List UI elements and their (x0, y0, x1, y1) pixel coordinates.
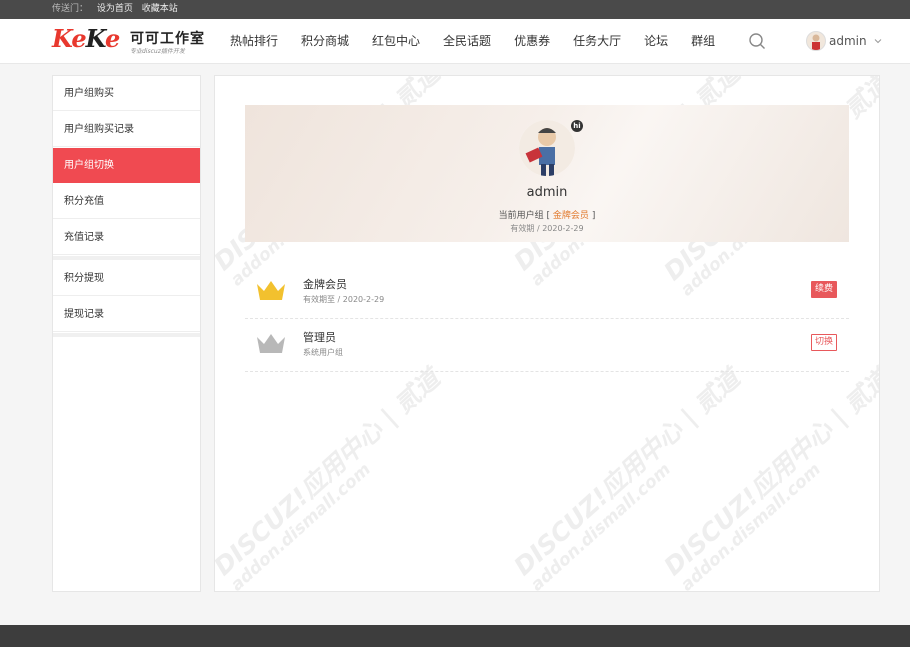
main-content: DISCUZ!应用中心 | 贰道addon.dismall.com DISCUZ… (214, 75, 880, 592)
switch-button[interactable]: 切换 (810, 334, 837, 351)
sidebar-item-group-purchase[interactable]: 用户组购买 (53, 76, 200, 111)
nav-item-points-mall[interactable]: 积分商城 (293, 19, 357, 63)
profile-banner: hi admin 当前用户组 [ 金牌会员 ] 有效期 / 2020-2-29 (245, 105, 849, 242)
site-logo[interactable]: KeKe 可可工作室 专业discuz插件开发 (52, 24, 205, 55)
sidebar-item-withdraw-records[interactable]: 提现记录 (53, 297, 200, 332)
topbar-prefix: 传送门： (52, 4, 89, 14)
current-group-line: 当前用户组 [ 金牌会员 ] (245, 208, 849, 221)
renew-button[interactable]: 续费 (810, 281, 837, 298)
list-item: 管理员 系统用户组 切换 (245, 319, 849, 372)
watermark: DISCUZ!应用中心 | 贰道addon.dismall.com (214, 363, 446, 592)
avatar (806, 31, 826, 51)
main-nav: 热帖排行 积分商城 红包中心 全民话题 优惠券 任务大厅 论坛 群组 (222, 19, 730, 63)
group-name: 金牌会员 (303, 278, 347, 291)
nav-item-red-packet[interactable]: 红包中心 (364, 19, 428, 63)
user-menu[interactable]: admin (806, 29, 883, 53)
top-utility-bar: 传送门： 设为首页 收藏本站 (0, 0, 910, 19)
search-icon[interactable] (748, 32, 766, 50)
group-expiry: 有效期至 / 2020-2-29 (303, 295, 385, 304)
nav-item-hot-posts[interactable]: 热帖排行 (222, 19, 286, 63)
current-group-link[interactable]: 金牌会员 (553, 211, 589, 221)
logo-mark: KeKe (52, 24, 120, 53)
username-label: admin (829, 34, 867, 48)
expiry-line: 有效期 / 2020-2-29 (245, 223, 849, 234)
group-name: 管理员 (303, 331, 336, 344)
profile-username: admin (526, 185, 568, 200)
profile-avatar[interactable] (519, 120, 575, 176)
sidebar-item-group-switch[interactable]: 用户组切换 (53, 148, 200, 183)
sidebar-item-recharge-records[interactable]: 充值记录 (53, 220, 200, 255)
nav-item-forum[interactable]: 论坛 (636, 19, 676, 63)
nav-item-groups[interactable]: 群组 (683, 19, 723, 63)
greeting-badge: hi (571, 120, 583, 132)
nav-item-coupons[interactable]: 优惠券 (506, 19, 558, 63)
set-homepage-link[interactable]: 设为首页 (97, 4, 133, 14)
nav-item-tasks[interactable]: 任务大厅 (565, 19, 629, 63)
sidebar-divider (53, 333, 200, 337)
page-footer (0, 625, 910, 647)
expiry-label: 有效期 / (510, 224, 543, 233)
sidebar-item-points-withdraw[interactable]: 积分提现 (53, 261, 200, 296)
bookmark-site-link[interactable]: 收藏本站 (142, 4, 178, 14)
chevron-down-icon (874, 39, 881, 44)
expiry-date: 2020-2-29 (542, 224, 584, 233)
sidebar-divider (53, 256, 200, 260)
current-group-close: ] (591, 211, 596, 221)
site-header: KeKe 可可工作室 专业discuz插件开发 热帖排行 积分商城 红包中心 全… (0, 19, 910, 64)
nav-item-topics[interactable]: 全民话题 (435, 19, 499, 63)
sidebar-item-points-recharge[interactable]: 积分充值 (53, 184, 200, 219)
sidebar-item-purchase-records[interactable]: 用户组购买记录 (53, 112, 200, 147)
brand-name: 可可工作室 (130, 31, 205, 47)
watermark: DISCUZ!应用中心 | 贰道addon.dismall.com (508, 363, 746, 592)
list-item: 金牌会员 有效期至 / 2020-2-29 续费 (245, 266, 849, 319)
gray-crown-icon (257, 334, 285, 353)
gold-crown-icon (257, 281, 285, 300)
brand-tagline: 专业discuz插件开发 (130, 48, 185, 55)
sidebar: 用户组购买 用户组购买记录 用户组切换 积分充值 充值记录 积分提现 提现记录 (52, 75, 201, 592)
profile-avatar-image (519, 120, 575, 176)
group-description: 系统用户组 (303, 348, 343, 357)
current-group-label: 当前用户组 [ (498, 211, 551, 221)
watermark: DISCUZ!应用中心 | 贰道addon.dismall.com (658, 363, 880, 592)
avatar-icon (812, 34, 820, 50)
